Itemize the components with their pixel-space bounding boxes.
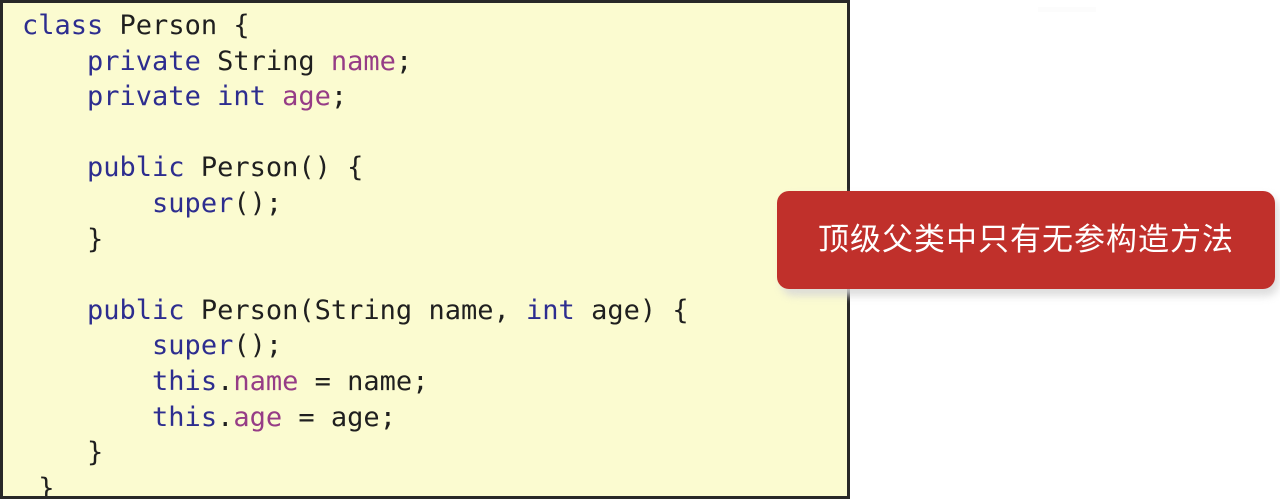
code-line: } xyxy=(22,222,689,258)
code-token: public xyxy=(87,294,185,326)
code-token: private xyxy=(87,81,201,113)
code-token: age xyxy=(591,294,640,326)
code-token: , xyxy=(493,294,527,326)
code-token: name xyxy=(428,294,494,326)
code-token: int xyxy=(217,81,266,113)
background-artifact xyxy=(1038,7,1096,12)
code-line: public Person(String name, int age) { xyxy=(22,293,689,329)
code-token: name xyxy=(347,365,413,397)
code-line: super(); xyxy=(22,328,689,364)
code-token: () { xyxy=(298,152,364,184)
code-token: ( xyxy=(298,294,315,326)
code-token: ) { xyxy=(639,294,689,326)
code-token: super xyxy=(152,330,234,362)
callout-banner: 顶级父类中只有无参构造方法 xyxy=(777,191,1275,289)
code-token: super xyxy=(152,187,234,219)
code-token: String xyxy=(217,45,315,77)
code-line: super(); xyxy=(22,186,689,222)
code-token: Person xyxy=(200,152,299,184)
code-token: } xyxy=(22,223,104,255)
code-token: class xyxy=(22,10,104,41)
code-token: age xyxy=(282,81,331,113)
code-token: ; xyxy=(412,365,429,397)
code-token: name xyxy=(233,365,299,397)
code-token: (); xyxy=(233,187,283,219)
code-line: this.name = name; xyxy=(22,364,689,400)
code-token: age xyxy=(233,401,283,433)
code-line: private int age; xyxy=(22,79,689,115)
code-token: name xyxy=(330,45,396,77)
code-token: public xyxy=(87,152,185,184)
code-token: age xyxy=(330,401,380,433)
code-token: { xyxy=(217,10,250,41)
code-token: String xyxy=(314,294,413,326)
code-token: ; xyxy=(330,81,348,113)
code-line: } xyxy=(22,471,689,499)
code-line: class Person { xyxy=(22,8,689,44)
code-token: private xyxy=(87,45,201,77)
code-line: public Person() { xyxy=(22,150,689,186)
code-token: } xyxy=(22,472,55,499)
code-line: this.age = age; xyxy=(22,400,689,436)
java-source-code: class Person { private String name; priv… xyxy=(22,8,689,499)
code-token: ; xyxy=(379,401,396,433)
code-token: this xyxy=(152,401,218,433)
code-token: } xyxy=(22,437,104,469)
code-token: = xyxy=(298,365,348,397)
code-line: private String name; xyxy=(22,44,689,80)
code-token: int xyxy=(526,294,575,326)
code-token: ; xyxy=(395,45,413,77)
code-line: } xyxy=(22,435,689,471)
code-panel: class Person { private String name; priv… xyxy=(0,0,850,499)
code-token: Person xyxy=(200,294,299,326)
callout-label: 顶级父类中只有无参构造方法 xyxy=(818,221,1234,258)
code-token: . xyxy=(217,365,234,397)
code-token: this xyxy=(152,365,218,397)
code-token: = xyxy=(282,401,331,433)
code-token: (); xyxy=(233,330,283,362)
code-token: Person xyxy=(119,10,218,41)
code-token: . xyxy=(217,401,234,433)
